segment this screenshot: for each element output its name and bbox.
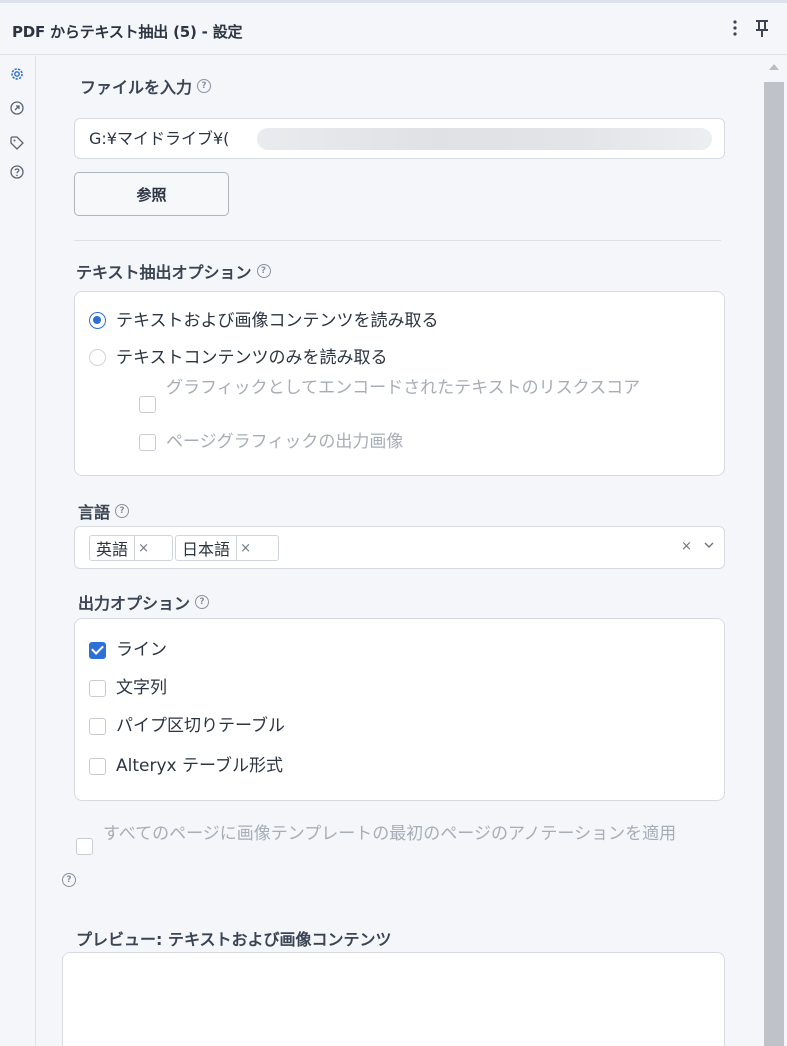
arrow-circle-icon[interactable]: [9, 100, 25, 116]
browse-button[interactable]: 参照: [74, 172, 229, 216]
remove-tag-icon[interactable]: ×: [236, 536, 254, 560]
tag-icon[interactable]: [9, 135, 25, 151]
checkbox-page-graphics[interactable]: ページグラフィックの出力画像: [139, 430, 403, 454]
panel-header: PDF からテキスト抽出 (5) - 設定: [0, 3, 787, 55]
extract-options-label: テキスト抽出オプション?: [76, 259, 271, 283]
language-multiselect[interactable]: 英語 × 日本語 × ×: [74, 526, 725, 569]
help-icon[interactable]: ?: [62, 873, 76, 887]
radio-button[interactable]: [89, 349, 106, 366]
redacted-path: [257, 128, 712, 150]
language-tag-english: 英語 ×: [89, 535, 173, 561]
checkbox[interactable]: [89, 718, 106, 735]
help-icon[interactable]: ?: [197, 79, 212, 93]
apply-annotations-option[interactable]: すべてのページに画像テンプレートの最初のページのアノテーションを適用: [76, 825, 716, 855]
extract-options-box: テキストおよび画像コンテンツを読み取る テキストコンテンツのみを読み取る グラフ…: [74, 291, 725, 476]
language-tag-japanese: 日本語 ×: [175, 535, 279, 561]
file-path-input[interactable]: G:¥マイドライブ¥(: [74, 118, 725, 159]
output-option-lines[interactable]: ライン: [89, 638, 167, 662]
panel-title: PDF からテキスト抽出 (5) - 設定: [12, 23, 243, 41]
checkbox[interactable]: [89, 642, 106, 659]
radio-text-and-image[interactable]: テキストおよび画像コンテンツを読み取る: [89, 309, 439, 333]
remove-tag-icon[interactable]: ×: [134, 536, 152, 560]
output-option-alteryx-table[interactable]: Alteryx テーブル形式: [89, 754, 283, 778]
pin-icon[interactable]: [752, 17, 772, 39]
help-icon[interactable]: ?: [115, 504, 130, 518]
chevron-down-icon[interactable]: [703, 537, 715, 553]
radio-text-only[interactable]: テキストコンテンツのみを読み取る: [89, 346, 388, 370]
section-divider: [74, 240, 721, 241]
output-options-label: 出力オプション?: [78, 590, 210, 614]
clear-selection-icon[interactable]: ×: [681, 539, 692, 554]
help-icon[interactable]: ?: [256, 264, 271, 278]
preview-label: プレビュー: テキストおよび画像コンテンツ: [76, 930, 392, 949]
checkbox[interactable]: [76, 838, 93, 855]
help-icon[interactable]: ?: [195, 595, 210, 609]
radio-button[interactable]: [89, 312, 106, 329]
checkbox[interactable]: [139, 434, 156, 451]
checkbox[interactable]: [89, 758, 106, 775]
file-input-label: ファイルを入力?: [80, 74, 212, 98]
scroll-up-arrow-icon[interactable]: [769, 64, 779, 70]
settings-content: ファイルを入力? G:¥マイドライブ¥( 参照 テキスト抽出オプション? テキス…: [37, 56, 761, 1046]
language-label: 言語?: [78, 499, 130, 523]
output-option-strings[interactable]: 文字列: [89, 676, 167, 700]
side-rail: [0, 56, 36, 1046]
gear-icon[interactable]: [9, 66, 25, 82]
preview-area: [62, 952, 725, 1046]
scrollbar-thumb[interactable]: [764, 82, 784, 1046]
checkbox[interactable]: [89, 680, 106, 697]
scrollbar[interactable]: [761, 56, 787, 1046]
help-circle-icon[interactable]: [9, 164, 25, 180]
checkbox-risk-score[interactable]: グラフィックとしてエンコードされたテキストのリスクスコア: [139, 379, 699, 413]
output-options-box: ライン 文字列 パイプ区切りテーブル Alteryx テーブル形式: [74, 618, 725, 801]
kebab-menu-icon[interactable]: [725, 17, 745, 39]
output-option-pipe-table[interactable]: パイプ区切りテーブル: [89, 714, 285, 738]
checkbox[interactable]: [139, 396, 156, 413]
